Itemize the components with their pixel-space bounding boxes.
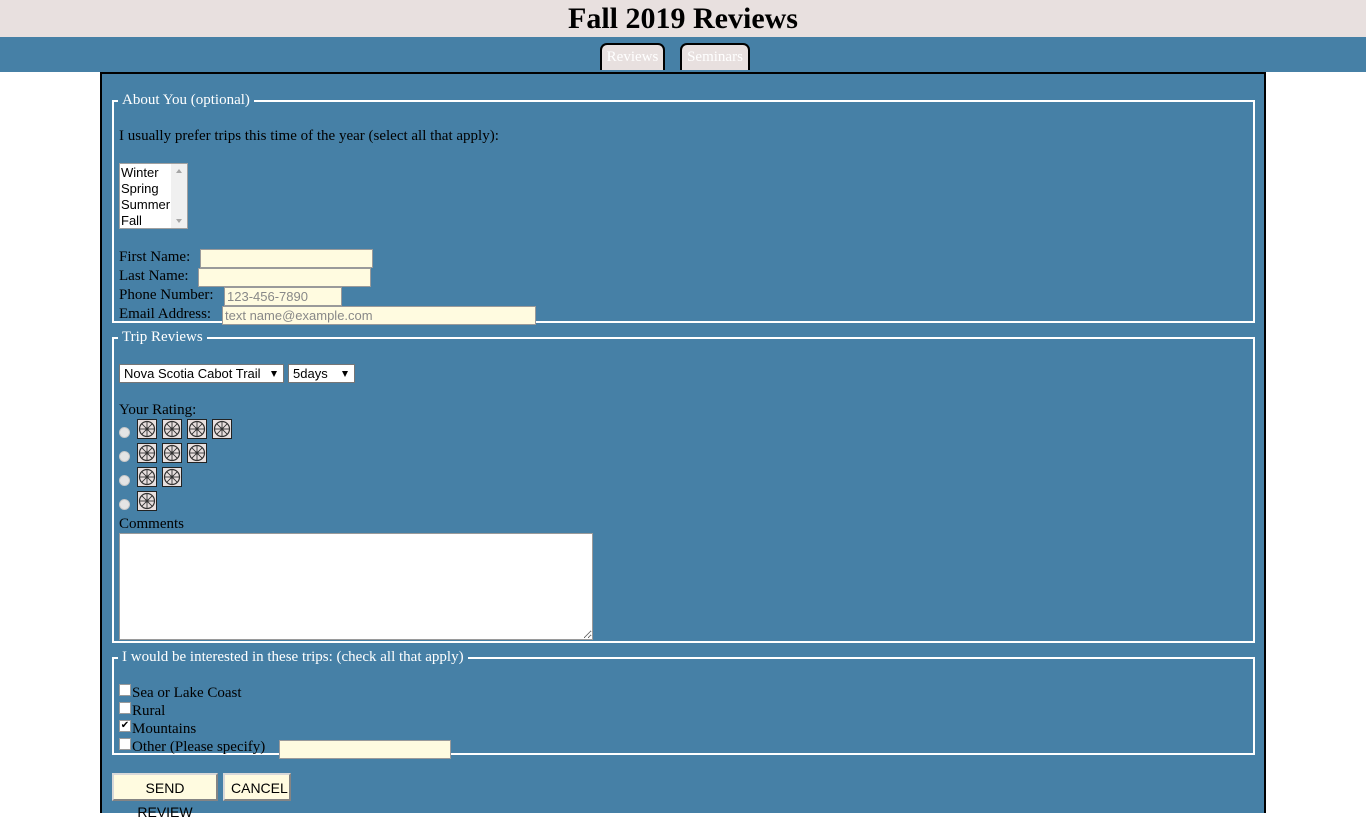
cancel-button[interactable]: CANCEL	[223, 773, 291, 801]
phone-input[interactable]	[224, 287, 342, 306]
tab-seminars[interactable]: Seminars	[680, 43, 750, 70]
tab-list: Reviews Seminars	[600, 43, 750, 70]
rating-radio[interactable]	[119, 475, 130, 486]
last-name-input[interactable]	[198, 268, 371, 287]
phone-label: Phone Number:	[119, 287, 214, 303]
review-form: About You (optional) I usually prefer tr…	[100, 72, 1266, 820]
about-you-fieldset: About You (optional) I usually prefer tr…	[112, 92, 1255, 325]
send-review-button[interactable]: SEND REVIEW	[112, 773, 218, 820]
page-title: Fall 2019 Reviews	[568, 2, 798, 35]
rating-radio[interactable]	[119, 451, 130, 462]
checkbox-rural[interactable]	[119, 702, 131, 714]
email-input[interactable]	[222, 306, 536, 325]
listbox-scrollbar[interactable]	[171, 164, 187, 228]
wheel-icon	[137, 419, 157, 439]
interest-rural-label: Rural	[132, 703, 166, 719]
email-label: Email Address:	[119, 306, 212, 322]
season-prompt: I usually prefer trips this time of the …	[119, 128, 499, 144]
interests-fieldset: I would be interested in these trips: (c…	[112, 649, 1255, 759]
interest-mountains-label: Mountains	[132, 721, 197, 737]
checkmark-icon: ✔	[120, 720, 130, 731]
last-name-label: Last Name:	[119, 268, 189, 284]
checkbox-mountains[interactable]: ✔	[119, 720, 131, 732]
wheel-icon	[162, 443, 182, 463]
scroll-up-arrow-icon[interactable]	[176, 169, 182, 173]
wheel-icon	[137, 467, 157, 487]
tab-reviews[interactable]: Reviews	[600, 43, 665, 70]
trip-reviews-legend: Trip Reviews	[122, 329, 203, 345]
page-header: Fall 2019 Reviews	[0, 0, 1366, 37]
scroll-down-arrow-icon[interactable]	[176, 219, 182, 223]
wheel-icon	[212, 419, 232, 439]
wheel-icon	[162, 419, 182, 439]
interest-sea-coast-label: Sea or Lake Coast	[132, 685, 242, 701]
interest-other-label: Other (Please specify)	[132, 739, 266, 755]
wheel-icon	[137, 443, 157, 463]
interests-legend: I would be interested in these trips: (c…	[122, 649, 464, 665]
duration-select-value: 5days	[293, 366, 328, 381]
dropdown-arrow-icon	[342, 371, 348, 377]
season-listbox[interactable]: Winter Spring Summer Fall	[119, 163, 188, 229]
rating-radio[interactable]	[119, 427, 130, 438]
trip-select[interactable]: Nova Scotia Cabot Trail	[119, 364, 284, 383]
about-you-legend: About You (optional)	[122, 92, 250, 108]
rating-radio[interactable]	[119, 499, 130, 510]
duration-select[interactable]: 5days	[288, 364, 355, 383]
comments-textarea[interactable]	[119, 533, 593, 640]
first-name-label: First Name:	[119, 249, 191, 265]
wheel-icon	[187, 419, 207, 439]
checkbox-other[interactable]	[119, 738, 131, 750]
trip-select-value: Nova Scotia Cabot Trail	[124, 366, 261, 381]
rating-label: Your Rating:	[119, 402, 197, 418]
checkbox-sea-coast[interactable]	[119, 684, 131, 696]
wheel-icon	[162, 467, 182, 487]
first-name-input[interactable]	[200, 249, 373, 268]
nav-bar: Reviews Seminars	[0, 37, 1366, 72]
wheel-icon	[187, 443, 207, 463]
dropdown-arrow-icon	[271, 371, 277, 377]
comments-label: Comments	[119, 516, 185, 532]
wheel-icon	[137, 491, 157, 511]
other-specify-input[interactable]	[279, 740, 451, 759]
trip-reviews-fieldset: Trip Reviews Nova Scotia Cabot Trail 5da…	[112, 329, 1255, 643]
